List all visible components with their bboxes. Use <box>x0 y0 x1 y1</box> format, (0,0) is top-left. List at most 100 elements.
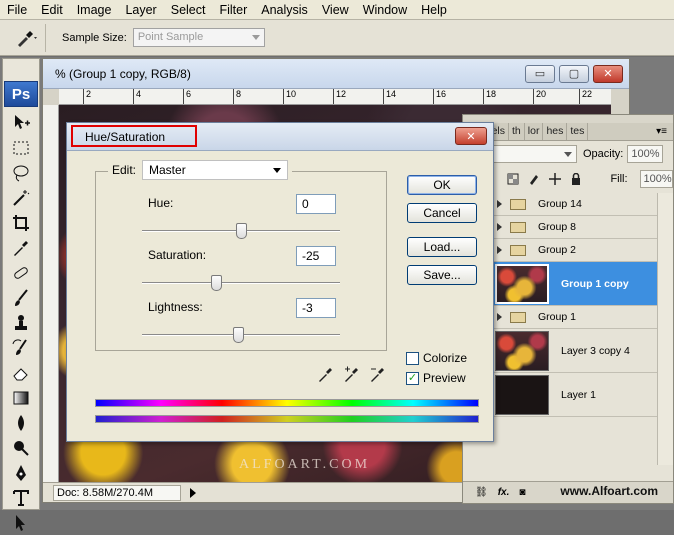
hue-input[interactable]: 0 <box>296 194 336 214</box>
mask-icon[interactable]: ◙ <box>519 487 525 498</box>
blend-row: al Opacity: 100% <box>463 141 673 167</box>
folder-icon <box>510 244 526 256</box>
hue-label: Hue: <box>148 196 174 210</box>
saturation-input[interactable]: -25 <box>296 246 336 266</box>
chevron-down-icon <box>251 35 260 40</box>
lock-transparency-icon[interactable] <box>507 172 520 186</box>
minimize-button[interactable]: ▭ <box>525 65 555 83</box>
expand-triangle-icon[interactable] <box>497 200 502 208</box>
lock-position-icon[interactable] <box>549 172 562 186</box>
healing-brush-tool-icon[interactable] <box>6 261 36 285</box>
hue-slider-thumb[interactable] <box>236 223 247 239</box>
folder-icon <box>510 198 526 210</box>
tab-color[interactable]: lor <box>525 123 544 140</box>
load-button[interactable]: Load... <box>407 237 477 257</box>
dodge-tool-icon[interactable] <box>6 436 36 460</box>
menu-image[interactable]: Image <box>70 0 119 20</box>
pen-tool-icon[interactable] <box>6 461 36 485</box>
menu-file[interactable]: File <box>0 0 34 20</box>
brush-tool-icon[interactable] <box>6 286 36 310</box>
lock-row: Fill: 100% <box>463 167 674 191</box>
edit-select[interactable]: Master <box>142 160 289 180</box>
opacity-field[interactable]: 100% <box>627 145 664 163</box>
maximize-button[interactable]: ▢ <box>559 65 589 83</box>
expand-triangle-icon[interactable] <box>497 223 502 231</box>
crop-tool-icon[interactable] <box>6 211 36 235</box>
lock-all-icon[interactable] <box>570 172 583 186</box>
ruler-tick: 18 <box>483 89 496 104</box>
tool-preset-picker[interactable] <box>6 23 46 52</box>
expand-triangle-icon[interactable] <box>497 246 502 254</box>
preview-checkbox[interactable]: ✓ Preview <box>406 371 466 385</box>
lightness-slider-thumb[interactable] <box>233 327 244 343</box>
layer-name: Group 14 <box>538 198 582 210</box>
close-document-button[interactable]: ✕ <box>593 65 623 83</box>
document-title: % (Group 1 copy, RGB/8) <box>55 67 191 81</box>
panel-menu-icon[interactable]: ▾≡ <box>656 126 667 137</box>
gradient-tool-icon[interactable] <box>6 386 36 410</box>
adjustment-group: Edit: Master Hue: 0 Saturation: -25 Ligh… <box>95 160 387 351</box>
folder-icon <box>510 221 526 233</box>
menu-layer[interactable]: Layer <box>118 0 163 20</box>
lightness-label: Lightness: <box>148 300 203 314</box>
photoshop-logo[interactable]: Ps <box>4 81 38 107</box>
menu-analysis[interactable]: Analysis <box>254 0 315 20</box>
path-selection-tool-icon[interactable] <box>6 511 36 535</box>
canvas-watermark: ALFOART.COM <box>239 457 371 472</box>
saturation-slider-thumb[interactable] <box>211 275 222 291</box>
options-bar: Sample Size: Point Sample <box>0 20 674 56</box>
save-button[interactable]: Save... <box>407 265 477 285</box>
eyedropper-minus-icon[interactable] <box>369 365 387 383</box>
tab-swatches[interactable]: hes <box>543 123 568 140</box>
eyedropper-plus-icon[interactable] <box>343 365 361 383</box>
preview-box[interactable]: ✓ <box>406 371 419 385</box>
sample-size-select[interactable]: Point Sample <box>132 28 265 47</box>
colorize-box[interactable] <box>406 351 419 365</box>
layer-thumbnail <box>495 330 549 371</box>
magic-wand-tool-icon[interactable] <box>6 186 36 210</box>
menu-select[interactable]: Select <box>164 0 213 20</box>
menu-window[interactable]: Window <box>356 0 414 20</box>
history-brush-tool-icon[interactable] <box>6 336 36 360</box>
colorize-checkbox[interactable]: Colorize <box>406 351 467 365</box>
type-tool-icon[interactable] <box>6 486 36 510</box>
expand-triangle-icon[interactable] <box>497 313 502 321</box>
eyedropper-tool-icon[interactable] <box>6 236 36 260</box>
link-icon[interactable]: ⛓ <box>475 487 488 498</box>
menu-help[interactable]: Help <box>414 0 454 20</box>
blur-tool-icon[interactable] <box>6 411 36 435</box>
fx-icon[interactable]: fx. <box>498 487 510 498</box>
layers-scrollbar[interactable] <box>657 193 673 465</box>
dialog-title-bar[interactable]: Hue/Saturation ✕ <box>67 123 493 151</box>
cancel-button[interactable]: Cancel <box>407 203 477 223</box>
eyedropper-group <box>317 365 387 383</box>
saturation-slider-track[interactable] <box>142 282 340 284</box>
ok-button[interactable]: OK <box>407 175 477 195</box>
ruler-tick: 10 <box>283 89 296 104</box>
opacity-label: Opacity: <box>583 148 624 160</box>
layer-name: Group 2 <box>538 244 576 256</box>
menu-view[interactable]: View <box>315 0 356 20</box>
site-watermark: www.Alfoart.com <box>560 484 658 498</box>
move-tool-icon[interactable] <box>6 111 36 135</box>
lightness-input[interactable]: -3 <box>296 298 336 318</box>
tab-styles[interactable]: tes <box>567 123 589 140</box>
layer-name: Group 1 copy <box>561 277 629 290</box>
status-menu-button[interactable] <box>187 486 199 500</box>
dialog-title: Hue/Saturation <box>71 125 197 147</box>
marquee-tool-icon[interactable] <box>6 136 36 160</box>
document-title-bar[interactable]: % (Group 1 copy, RGB/8) ▭ ▢ ✕ <box>43 59 629 89</box>
lasso-tool-icon[interactable] <box>6 161 36 185</box>
fill-field[interactable]: 100% <box>639 170 674 188</box>
edit-row: Edit: Master <box>108 160 293 180</box>
menu-filter[interactable]: Filter <box>212 0 254 20</box>
eraser-tool-icon[interactable] <box>6 361 36 385</box>
lock-pixels-icon[interactable] <box>528 172 541 186</box>
hue-saturation-dialog: Hue/Saturation ✕ Edit: Master Hue: 0 Sat… <box>66 122 494 442</box>
clone-stamp-tool-icon[interactable] <box>6 311 36 335</box>
tab-paths[interactable]: th <box>509 123 525 140</box>
ruler-tick: 6 <box>183 89 191 104</box>
menu-edit[interactable]: Edit <box>34 0 70 20</box>
eyedropper-icon[interactable] <box>317 365 335 383</box>
close-dialog-button[interactable]: ✕ <box>455 127 487 145</box>
